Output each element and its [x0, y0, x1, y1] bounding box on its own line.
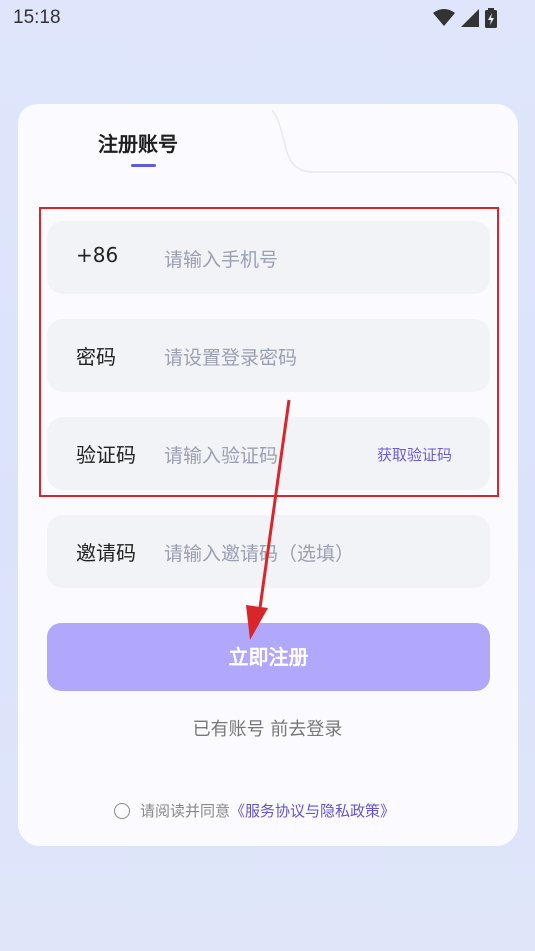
highlight-frame	[39, 207, 499, 497]
tab-underline	[131, 164, 156, 167]
card-tab-shape	[18, 104, 518, 184]
status-time: 15:18	[13, 7, 61, 28]
battery-icon	[485, 8, 497, 28]
wifi-icon	[433, 9, 455, 26]
invite-input[interactable]: 请输入邀请码（选填）	[164, 539, 354, 566]
agree-radio[interactable]	[114, 802, 130, 819]
status-icons	[433, 8, 497, 28]
signal-icon	[461, 9, 479, 27]
tab-register[interactable]: 注册账号	[98, 128, 178, 157]
agreement-link[interactable]: 《服务协议与隐私政策》	[230, 800, 395, 821]
invite-label: 邀请码	[76, 541, 136, 565]
agreement-text: 请阅读并同意	[140, 802, 231, 820]
login-link[interactable]: 已有账号 前去登录	[0, 715, 535, 741]
register-button[interactable]: 立即注册	[47, 623, 490, 691]
status-bar: 15:18	[0, 0, 535, 38]
invite-field[interactable]: 邀请码 请输入邀请码（选填）	[47, 515, 490, 588]
agreement-row: 请阅读并同意 《服务协议与隐私政策》	[114, 800, 395, 821]
